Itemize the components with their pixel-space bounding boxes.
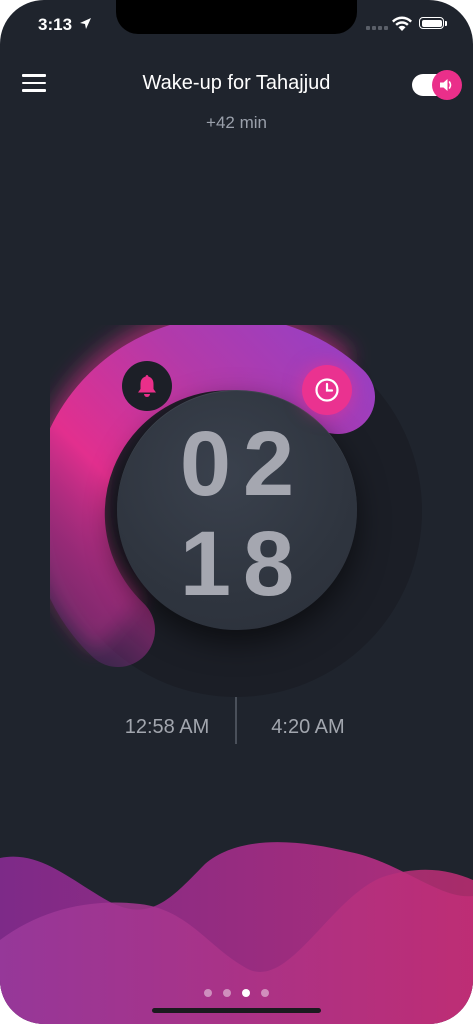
wifi-icon xyxy=(392,16,412,31)
duration-subtitle: +42 min xyxy=(206,113,267,132)
minutes-value: 18 xyxy=(179,513,307,615)
wakeup-time-label: 4:20 AM xyxy=(271,716,345,738)
bell-icon xyxy=(138,375,156,397)
page-dot-3-active[interactable] xyxy=(242,989,250,997)
bedtime-label: 12:58 AM xyxy=(124,716,210,738)
home-indicator[interactable] xyxy=(152,1008,321,1013)
notch xyxy=(116,0,357,34)
page-title: Wake-up for Tahajjud xyxy=(142,72,331,94)
phone-screen: 3:13 Wake-up for Tahajjud +42 min 02 18 … xyxy=(0,0,473,1024)
page-dot-1[interactable] xyxy=(204,989,212,997)
hours-value: 02 xyxy=(179,413,307,515)
cellular-signal-icon xyxy=(366,26,388,30)
status-time: 3:13 xyxy=(38,15,73,34)
sound-toggle[interactable] xyxy=(412,70,462,100)
bedtime-handle[interactable] xyxy=(122,361,172,411)
location-arrow-icon xyxy=(80,18,91,29)
page-indicator[interactable] xyxy=(0,989,473,997)
time-display-knob[interactable]: 02 18 xyxy=(117,390,357,630)
page-dot-4[interactable] xyxy=(261,989,269,997)
wakeup-handle[interactable] xyxy=(302,365,352,415)
clock-icon xyxy=(315,378,339,402)
speaker-icon xyxy=(440,79,452,91)
sound-toggle-knob xyxy=(432,70,462,100)
page-dot-2[interactable] xyxy=(223,989,231,997)
battery-icon xyxy=(419,17,447,29)
